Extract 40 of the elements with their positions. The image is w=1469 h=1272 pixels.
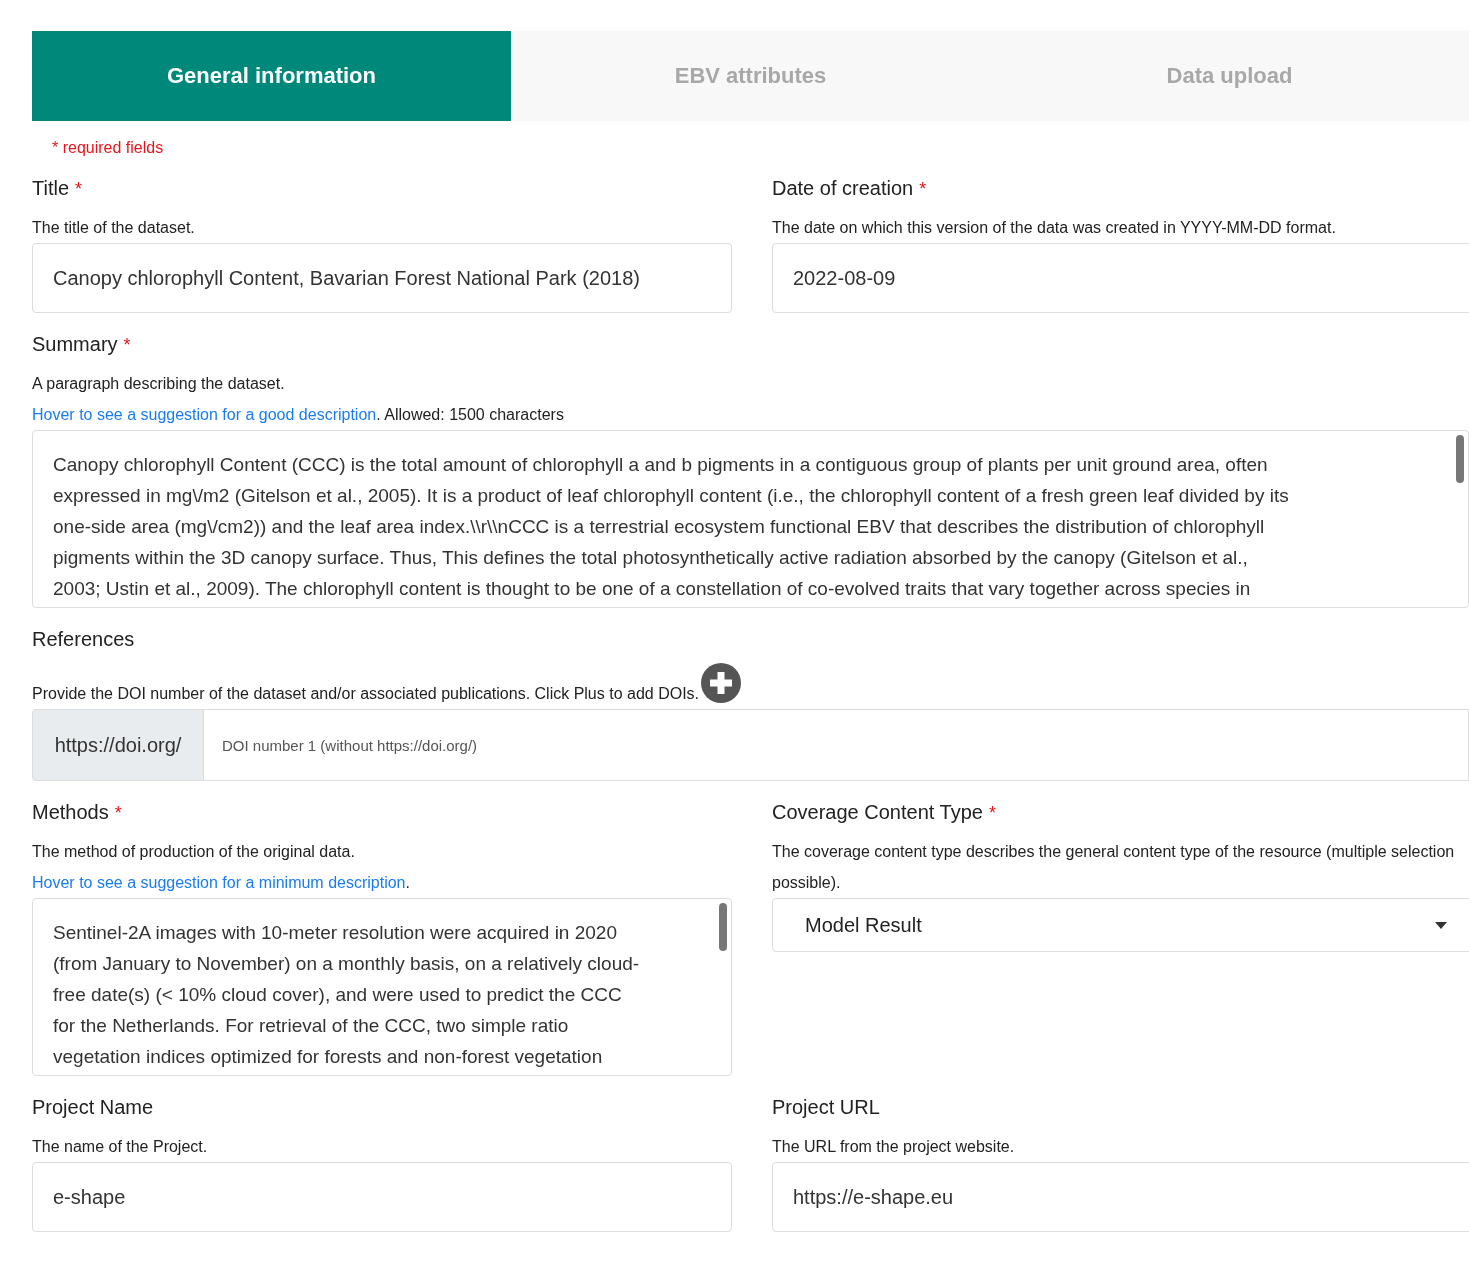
input-field[interactable]: Canopy chlorophyll Content, Bavarian Forest National Park (2018) (32, 243, 732, 313)
doi-input[interactable]: DOI number 1 (without https://doi.org/) (204, 709, 1469, 781)
suggestion-link[interactable]: Hover to see a suggestion for a minimum description (32, 874, 406, 891)
url-prefix: https://doi.org/ (32, 709, 204, 781)
field-label: References (32, 628, 135, 651)
required-mark: * (919, 179, 927, 200)
field-description: The URL from the project website. (772, 1137, 1015, 1157)
text-area[interactable]: Sentinel-2A images with 10-meter resolution were acquired in 2020 (from January to November) on a monthly basis, on a relatively cloud- free date(s) (< 10% cloud cover), and were used to predict the CCC for the Netherlands. For retrieval of the CCC, two simple ratio vegetation indices optimized for forests and non-forest vegetation (32, 898, 732, 1076)
required-note: * required fields (52, 139, 165, 157)
field-description: The method of production of the original data. (32, 842, 355, 862)
field-label: Summary (32, 333, 118, 356)
select-dropdown[interactable]: Model Result (772, 898, 1469, 952)
field-label: Project Name (32, 1096, 154, 1119)
caret-icon (1435, 921, 1447, 929)
tab[interactable]: General information (32, 31, 511, 121)
field-label: Title (32, 177, 70, 200)
field-label: Project URL (772, 1096, 880, 1119)
input-field[interactable]: 2022-08-09 (772, 243, 1469, 313)
input-field[interactable]: https://e-shape.eu (772, 1162, 1469, 1232)
field-description: The name of the Project. (32, 1137, 208, 1157)
field-description: A paragraph describing the dataset. (32, 374, 285, 394)
field-description: Provide the DOI number of the dataset and/or associated publications. Click Plus to add DOIs. (32, 684, 699, 704)
hint-text: . (405, 874, 410, 891)
field-label: Date of creation (772, 177, 914, 200)
suggestion-link[interactable]: Hover to see a suggestion for a good description (32, 406, 377, 423)
required-mark: * (123, 335, 131, 356)
field-label: Coverage Content Type (772, 801, 983, 824)
hint-text: . Allowed: 1500 characters (376, 406, 564, 423)
scrollbar-thumb[interactable] (719, 903, 727, 951)
field-description: The coverage content type describes the general content type of the resource (multiple selection possible). (772, 842, 1456, 893)
field-description: The date on which this version of the data was created in YYYY-MM-DD format. (772, 218, 1336, 238)
scrollbar-thumb[interactable] (1456, 435, 1464, 483)
required-mark: * (988, 803, 996, 824)
required-mark: * (75, 179, 83, 200)
text-area[interactable]: Canopy chlorophyll Content (CCC) is the total amount of chlorophyll a and b pigments in a contiguous group of plants per unit ground area, often expressed in mg\/m2 (Gitelson et al., 2005). It is a product of leaf chlorophyll content (i.e., the chlorophyll content of a fresh green leaf divided by its one-side area (mg\/cm2)) and the leaf area index.\\r\\nCCC is a terrestrial ecosystem functional EBV that describes the distribution of chlorophyll pigments within the 3D canopy surface. Thus, This defines the total photosynthetically active radiation absorbed by the canopy (Gitelson et al., 2003; Ustin et al., 2009). The chlorophyll content is thought to be one of a constellation of co-evolved traits that vary together across species in (32, 430, 1469, 608)
add-icon[interactable] (701, 663, 741, 703)
field-label: Methods (32, 801, 109, 824)
field-description: The title of the dataset. (32, 218, 195, 238)
input-field[interactable]: e-shape (32, 1162, 732, 1232)
required-mark: * (114, 803, 122, 824)
